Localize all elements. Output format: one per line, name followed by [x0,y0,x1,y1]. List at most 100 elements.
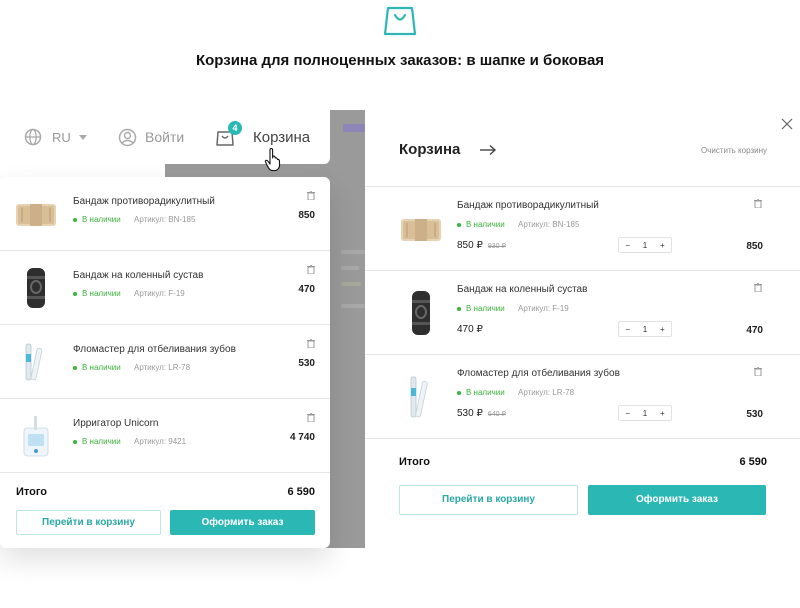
item-name: Фломастер для отбеливания зубов [73,344,236,355]
quantity-stepper: − 1 + [618,237,672,253]
stock-status: В наличии [457,388,505,397]
item-sum: 470 [746,325,763,336]
side-cart-item: Фломастер для отбеливания зубов В наличи… [365,355,800,439]
item-name: Бандаж на коленный сустав [73,270,204,281]
stock-label: В наличии [82,363,121,372]
stock-label: В наличии [466,220,505,229]
item-price: 530 [298,358,315,369]
stock-status: В наличии [457,304,505,313]
clear-cart-link[interactable]: Очистить корзину [701,146,767,155]
stock-status: В наличии [73,437,121,446]
item-article: Артикул: LR-78 [134,363,191,372]
quantity-value[interactable]: 1 [636,241,653,250]
item-article: Артикул: 9421 [134,437,187,446]
quantity-stepper: − 1 + [618,321,672,337]
stock-label: В наличии [82,289,121,298]
stock-dot-icon [73,291,77,296]
stock-label: В наличии [82,437,121,446]
quantity-value[interactable]: 1 [636,409,653,418]
decrease-button[interactable]: − [619,325,636,334]
item-price: 850 ₽ 930 ₽ [457,240,506,251]
language-label: RU [52,129,71,145]
dropdown-cart-item: Бандаж противорадикулитный В наличии Арт… [0,177,330,251]
side-cart-item: Бандаж противорадикулитный В наличии Арт… [365,187,800,271]
item-article: Артикул: BN-185 [518,220,580,229]
trash-icon[interactable] [307,339,315,348]
trash-icon[interactable] [754,283,762,292]
dropdown-cart-item: Бандаж на коленный сустав В наличии Арти… [0,251,330,325]
header-cart-button[interactable]: 4 Корзина [215,110,310,164]
increase-button[interactable]: + [654,325,671,334]
belt-bandage-image [401,219,441,241]
stock-dot-icon [73,217,77,222]
item-name: Бандаж противорадикулитный [73,196,215,207]
item-price: 470 [298,284,315,295]
side-cart-title: Корзина [399,141,461,158]
total-value: 6 590 [287,486,315,498]
trash-icon[interactable] [307,413,315,422]
stock-status: В наличии [73,289,121,298]
item-name: Фломастер для отбеливания зубов [457,368,620,379]
increase-button[interactable]: + [654,241,671,250]
dropdown-cart-item: Фломастер для отбеливания зубов В наличи… [0,325,330,399]
stock-status: В наличии [457,220,505,229]
current-price: 530 ₽ [457,408,483,419]
go-to-cart-button[interactable]: Перейти в корзину [16,510,161,535]
language-selector[interactable]: RU [24,110,87,164]
stock-dot-icon [457,306,461,311]
item-sum: 850 [746,241,763,252]
irrigator-image [23,416,49,457]
stock-label: В наличии [466,304,505,313]
globe-icon [24,128,42,146]
checkout-button[interactable]: Оформить заказ [170,510,315,535]
chevron-down-icon [78,134,87,140]
old-price: 640 ₽ [487,411,506,418]
trash-icon[interactable] [754,367,762,376]
stock-status: В наличии [73,363,121,372]
page-title: Корзина для полноценных заказов: в шапке… [195,52,605,69]
item-sum: 530 [746,409,763,420]
item-article: Артикул: F-19 [518,304,569,313]
dropdown-cart-item: Ирригатор Unicorn В наличии Артикул: 942… [0,399,330,473]
login-link[interactable]: Войти [118,110,184,164]
whitening-pen-image [25,343,43,381]
quantity-stepper: − 1 + [618,405,672,421]
cart-count-badge: 4 [228,121,242,135]
item-article: Артикул: LR-78 [518,388,575,397]
close-icon[interactable] [781,118,793,130]
side-cart-item: Бандаж на коленный сустав В наличии Арти… [365,271,800,355]
item-article: Артикул: F-19 [134,289,185,298]
item-price: 850 [298,210,315,221]
total-label: Итого [399,456,431,468]
checkout-button[interactable]: Оформить заказ [588,485,766,515]
old-price: 930 ₽ [487,243,506,250]
increase-button[interactable]: + [654,409,671,418]
header-cart-dropdown: Бандаж противорадикулитный В наличии Арт… [0,177,330,548]
item-name: Бандаж противорадикулитный [457,200,599,211]
knee-brace-image [412,291,430,335]
go-to-cart-button[interactable]: Перейти в корзину [399,485,578,515]
hand-cursor-icon [264,148,281,172]
item-article: Артикул: BN-185 [134,215,196,224]
decrease-button[interactable]: − [619,241,636,250]
stock-dot-icon [457,222,461,227]
trash-icon[interactable] [307,265,315,274]
item-price: 530 ₽ 640 ₽ [457,408,506,419]
shopping-bag-icon [383,6,417,36]
user-icon [118,128,137,146]
item-name: Ирригатор Unicorn [73,418,159,429]
stock-label: В наличии [82,215,121,224]
trash-icon[interactable] [754,199,762,208]
trash-icon[interactable] [307,191,315,200]
stock-status: В наличии [73,215,121,224]
login-label: Войти [145,129,185,145]
arrow-right-icon [480,144,497,156]
cart-label: Корзина [253,128,311,146]
quantity-value[interactable]: 1 [636,325,653,334]
current-price: 470 ₽ [457,324,483,335]
item-name: Бандаж на коленный сустав [457,284,588,295]
item-price: 4 740 [289,432,315,443]
decrease-button[interactable]: − [619,409,636,418]
stock-dot-icon [73,439,77,444]
stock-label: В наличии [466,388,505,397]
